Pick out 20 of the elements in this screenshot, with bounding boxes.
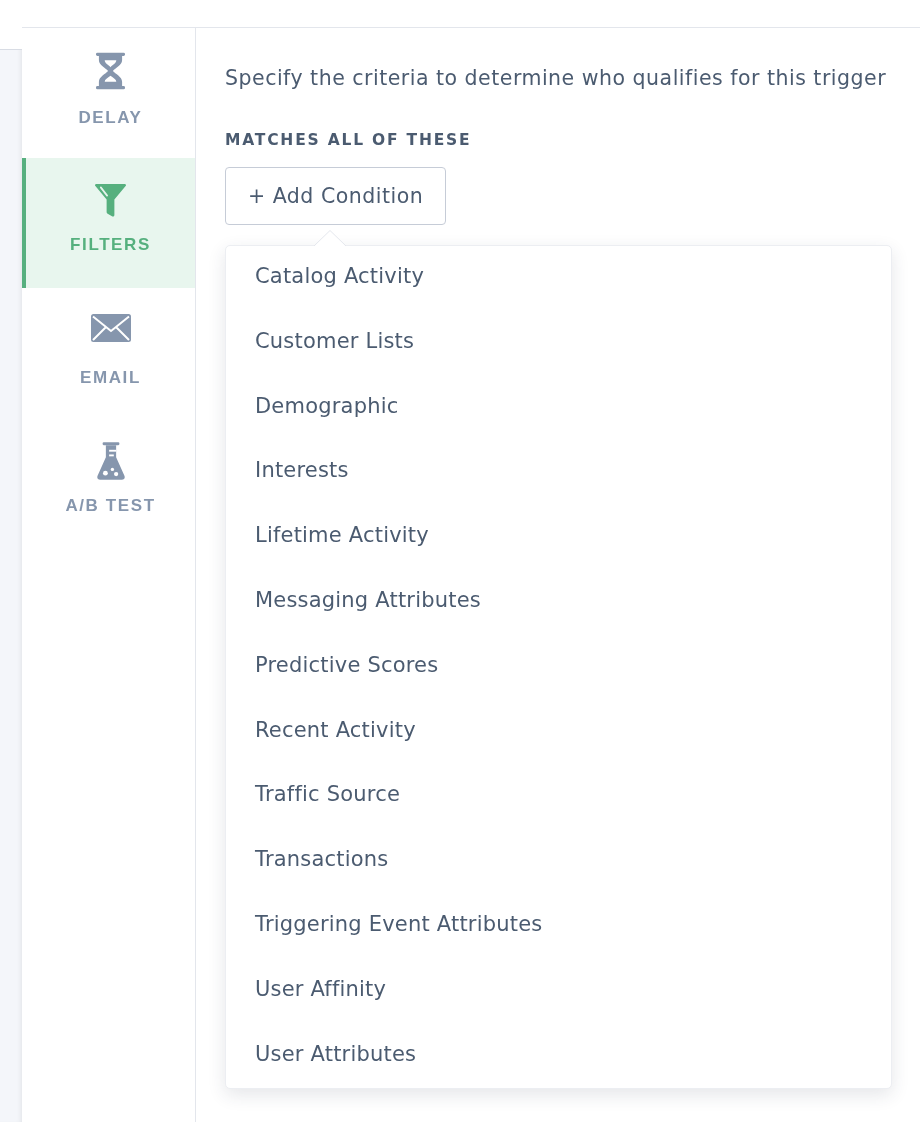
section-heading: MATCHES ALL OF THESE bbox=[225, 130, 473, 150]
funnel-icon bbox=[94, 184, 127, 217]
menu-item[interactable]: User Attributes bbox=[226, 1023, 891, 1089]
envelope-icon bbox=[90, 314, 131, 342]
menu-item[interactable]: Predictive Scores bbox=[226, 634, 891, 700]
menu-item[interactable]: Customer Lists bbox=[226, 310, 891, 376]
menu-item[interactable]: Transactions bbox=[226, 829, 891, 894]
menu-item[interactable]: Traffic Source bbox=[226, 764, 891, 830]
menu-item[interactable]: Lifetime Activity bbox=[226, 505, 891, 570]
menu-item[interactable]: Messaging Attributes bbox=[226, 570, 891, 635]
add-condition-button[interactable]: + Add Condition bbox=[225, 167, 447, 225]
menu-item[interactable]: Triggering Event Attributes bbox=[226, 893, 891, 959]
menu-item[interactable]: Catalog Activity bbox=[226, 246, 891, 311]
menu-item[interactable]: User Affinity bbox=[226, 958, 891, 1024]
hourglass-icon bbox=[96, 52, 125, 90]
flask-icon bbox=[96, 441, 125, 481]
menu-item[interactable]: Demographic bbox=[226, 375, 891, 441]
menu-item[interactable]: Interests bbox=[226, 440, 891, 506]
menu-item[interactable]: Recent Activity bbox=[226, 699, 891, 765]
instruction-text: Specify the criteria to determine who qualifies for this trigger bbox=[225, 65, 888, 91]
